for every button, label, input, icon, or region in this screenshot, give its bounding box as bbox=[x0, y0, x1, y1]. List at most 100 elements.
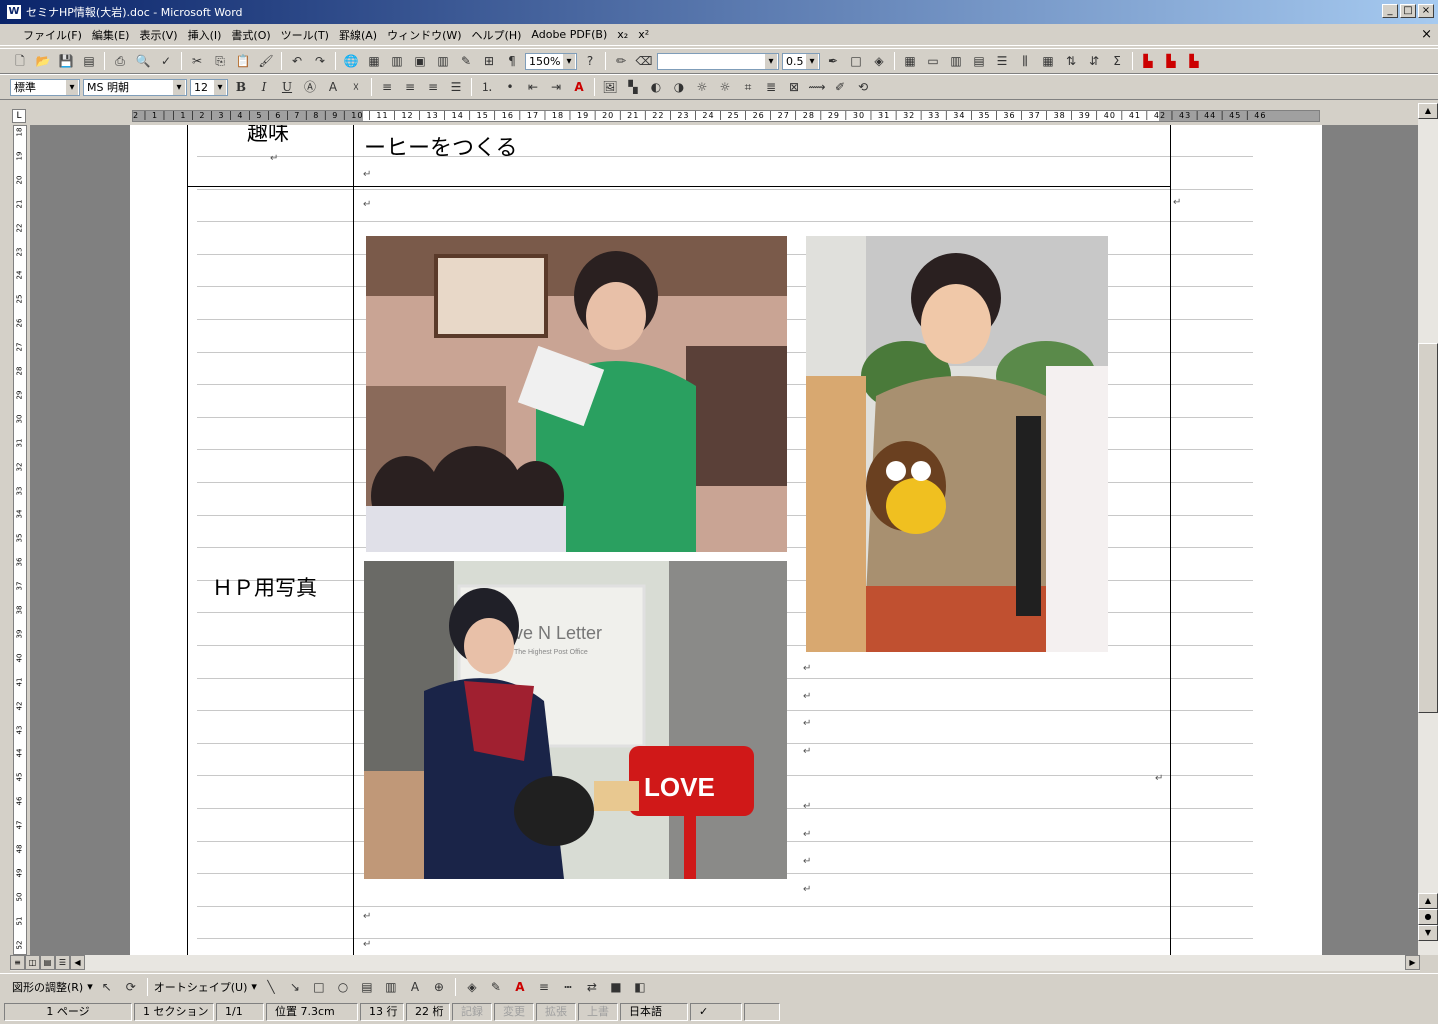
dash-style-icon[interactable]: ┅ bbox=[558, 977, 578, 997]
print-icon[interactable]: ⎙ bbox=[110, 51, 130, 71]
tables-borders-icon[interactable]: ▦ bbox=[364, 51, 384, 71]
select-browse-object-icon[interactable]: ● bbox=[1418, 909, 1438, 925]
underline-button[interactable]: U bbox=[277, 77, 297, 97]
subscript-button[interactable]: x₂ bbox=[612, 28, 633, 41]
status-overtype[interactable]: 上書 bbox=[578, 1003, 618, 1021]
spelling-icon[interactable]: ✓ bbox=[156, 51, 176, 71]
style-select[interactable]: 標準 bbox=[10, 78, 80, 96]
status-extend[interactable]: 拡張 bbox=[536, 1003, 576, 1021]
border-color-icon[interactable]: ✒ bbox=[823, 51, 843, 71]
photo-speaking-green-shirt[interactable] bbox=[366, 236, 787, 552]
photo-love-letter-mailbox[interactable]: ve N Letter The Highest Post Office LOVE bbox=[364, 561, 787, 879]
font-color-icon[interactable]: A bbox=[569, 77, 589, 97]
eraser-icon[interactable]: ⌫ bbox=[634, 51, 654, 71]
insert-table-icon[interactable]: ▦ bbox=[900, 51, 920, 71]
web-layout-icon[interactable]: ◫ bbox=[25, 955, 40, 970]
line-style-select[interactable] bbox=[657, 52, 779, 70]
rotate-icon[interactable]: ⟳ bbox=[121, 977, 141, 997]
status-language[interactable]: 日本語 bbox=[620, 1003, 688, 1021]
align-icon[interactable]: ▤ bbox=[969, 51, 989, 71]
shadow-icon[interactable]: ■ bbox=[606, 977, 626, 997]
crop-icon[interactable]: ⌗ bbox=[738, 77, 758, 97]
print-preview-icon[interactable]: 🔍 bbox=[133, 51, 153, 71]
minimize-button[interactable]: _ bbox=[1382, 4, 1398, 18]
save-icon[interactable]: 💾 bbox=[56, 51, 76, 71]
rectangle-icon[interactable]: □ bbox=[309, 977, 329, 997]
zoom-select[interactable]: 150% bbox=[525, 52, 577, 70]
3d-icon[interactable]: ◧ bbox=[630, 977, 650, 997]
align-center-icon[interactable]: ≡ bbox=[400, 77, 420, 97]
cut-icon[interactable]: ✂ bbox=[187, 51, 207, 71]
char-border-icon[interactable]: Ⓐ bbox=[300, 77, 320, 97]
bullets-icon[interactable]: • bbox=[500, 77, 520, 97]
print-layout-icon[interactable]: ▤ bbox=[40, 955, 55, 970]
previous-page-icon[interactable]: ▲ bbox=[1418, 893, 1438, 909]
autofit-icon[interactable]: ▦ bbox=[1038, 51, 1058, 71]
permission-icon[interactable]: ▤ bbox=[79, 51, 99, 71]
menu-format[interactable]: 書式(O) bbox=[226, 27, 275, 43]
status-track-changes[interactable]: 変更 bbox=[494, 1003, 534, 1021]
spelling-status-icon[interactable]: ✓ bbox=[690, 1003, 742, 1021]
char-shading-icon[interactable]: A bbox=[323, 77, 343, 97]
split-cells-icon[interactable]: ▥ bbox=[946, 51, 966, 71]
shading-icon[interactable]: ◈ bbox=[869, 51, 889, 71]
show-hide-icon[interactable]: ¶ bbox=[502, 51, 522, 71]
compress-picture-icon[interactable]: ⊠ bbox=[784, 77, 804, 97]
line-style-icon[interactable]: ≡ bbox=[534, 977, 554, 997]
vertical-scrollbar[interactable]: ▲ ▲ ● ▼ bbox=[1418, 103, 1438, 955]
document-map-icon[interactable]: ⊞ bbox=[479, 51, 499, 71]
menu-tools[interactable]: ツール(T) bbox=[276, 27, 334, 43]
format-picture-icon[interactable]: ✐ bbox=[830, 77, 850, 97]
distribute-columns-icon[interactable]: ⫼ bbox=[1015, 51, 1035, 71]
menu-help[interactable]: ヘルプ(H) bbox=[467, 27, 527, 43]
paste-icon[interactable]: 📋 bbox=[233, 51, 253, 71]
word-app-icon[interactable]: W bbox=[6, 4, 22, 20]
insert-excel-icon[interactable]: ▣ bbox=[410, 51, 430, 71]
diagram-icon[interactable]: ⊕ bbox=[429, 977, 449, 997]
pdf-review-icon[interactable]: ▙ bbox=[1184, 51, 1204, 71]
vertical-textbox-icon[interactable]: ▥ bbox=[381, 977, 401, 997]
maximize-button[interactable]: □ bbox=[1400, 4, 1416, 18]
new-document-icon[interactable]: 🗋 bbox=[10, 51, 30, 71]
merge-cells-icon[interactable]: ▭ bbox=[923, 51, 943, 71]
line-icon[interactable]: ╲ bbox=[261, 977, 281, 997]
scroll-down-icon[interactable]: ▼ bbox=[1418, 925, 1438, 941]
less-contrast-icon[interactable]: ◑ bbox=[669, 77, 689, 97]
align-left-icon[interactable]: ≡ bbox=[377, 77, 397, 97]
textbox-icon[interactable]: ▤ bbox=[357, 977, 377, 997]
sort-asc-icon[interactable]: ⇅ bbox=[1061, 51, 1081, 71]
bold-button[interactable]: B bbox=[231, 77, 251, 97]
line-weight-select[interactable]: 0.5 bbox=[782, 52, 820, 70]
horizontal-scroll-track[interactable] bbox=[85, 955, 1405, 971]
menu-edit[interactable]: 編集(E) bbox=[87, 27, 135, 43]
scroll-right-icon[interactable]: ▶ bbox=[1405, 955, 1420, 970]
format-painter-icon[interactable]: 🖌 bbox=[256, 51, 276, 71]
pdf-convert-icon[interactable]: ▙ bbox=[1138, 51, 1158, 71]
fill-color-icon[interactable]: ◈ bbox=[462, 977, 482, 997]
increase-indent-icon[interactable]: ⇥ bbox=[546, 77, 566, 97]
autoshapes-menu[interactable]: オートシェイプ(U) bbox=[154, 979, 248, 995]
more-contrast-icon[interactable]: ◐ bbox=[646, 77, 666, 97]
font-size-select[interactable]: 12 bbox=[190, 78, 228, 96]
status-record-macro[interactable]: 記録 bbox=[452, 1003, 492, 1021]
insert-picture-icon[interactable]: 🖼 bbox=[600, 77, 620, 97]
menu-view[interactable]: 表示(V) bbox=[134, 27, 182, 43]
scroll-up-icon[interactable]: ▲ bbox=[1418, 103, 1438, 119]
text-wrapping-icon[interactable]: ⟿ bbox=[807, 77, 827, 97]
arrow-style-icon[interactable]: ⇄ bbox=[582, 977, 602, 997]
redo-icon[interactable]: ↷ bbox=[310, 51, 330, 71]
help-icon[interactable]: ? bbox=[580, 51, 600, 71]
open-folder-icon[interactable]: 📂 bbox=[33, 51, 53, 71]
line-style-icon[interactable]: ≣ bbox=[761, 77, 781, 97]
oval-icon[interactable]: ○ bbox=[333, 977, 353, 997]
vertical-ruler-strip[interactable]: 18 19 20 21 22 23 24 25 26 27 28 29 30 31 32 33 34 35 36 37… bbox=[13, 125, 27, 955]
document-page[interactable]: 趣味 ーヒーをつくる ↵ ↵ ↵ ↵ ＨＰ用写真 ve N Letter The… bbox=[130, 125, 1322, 955]
justify-icon[interactable]: ☰ bbox=[446, 77, 466, 97]
scroll-thumb[interactable] bbox=[1418, 343, 1438, 713]
undo-icon[interactable]: ↶ bbox=[287, 51, 307, 71]
menu-window[interactable]: ウィンドウ(W) bbox=[382, 27, 466, 43]
select-objects-icon[interactable]: ↖ bbox=[97, 977, 117, 997]
pdf-email-icon[interactable]: ▙ bbox=[1161, 51, 1181, 71]
autosum-icon[interactable]: Σ bbox=[1107, 51, 1127, 71]
numbering-icon[interactable]: ⒈ bbox=[477, 77, 497, 97]
